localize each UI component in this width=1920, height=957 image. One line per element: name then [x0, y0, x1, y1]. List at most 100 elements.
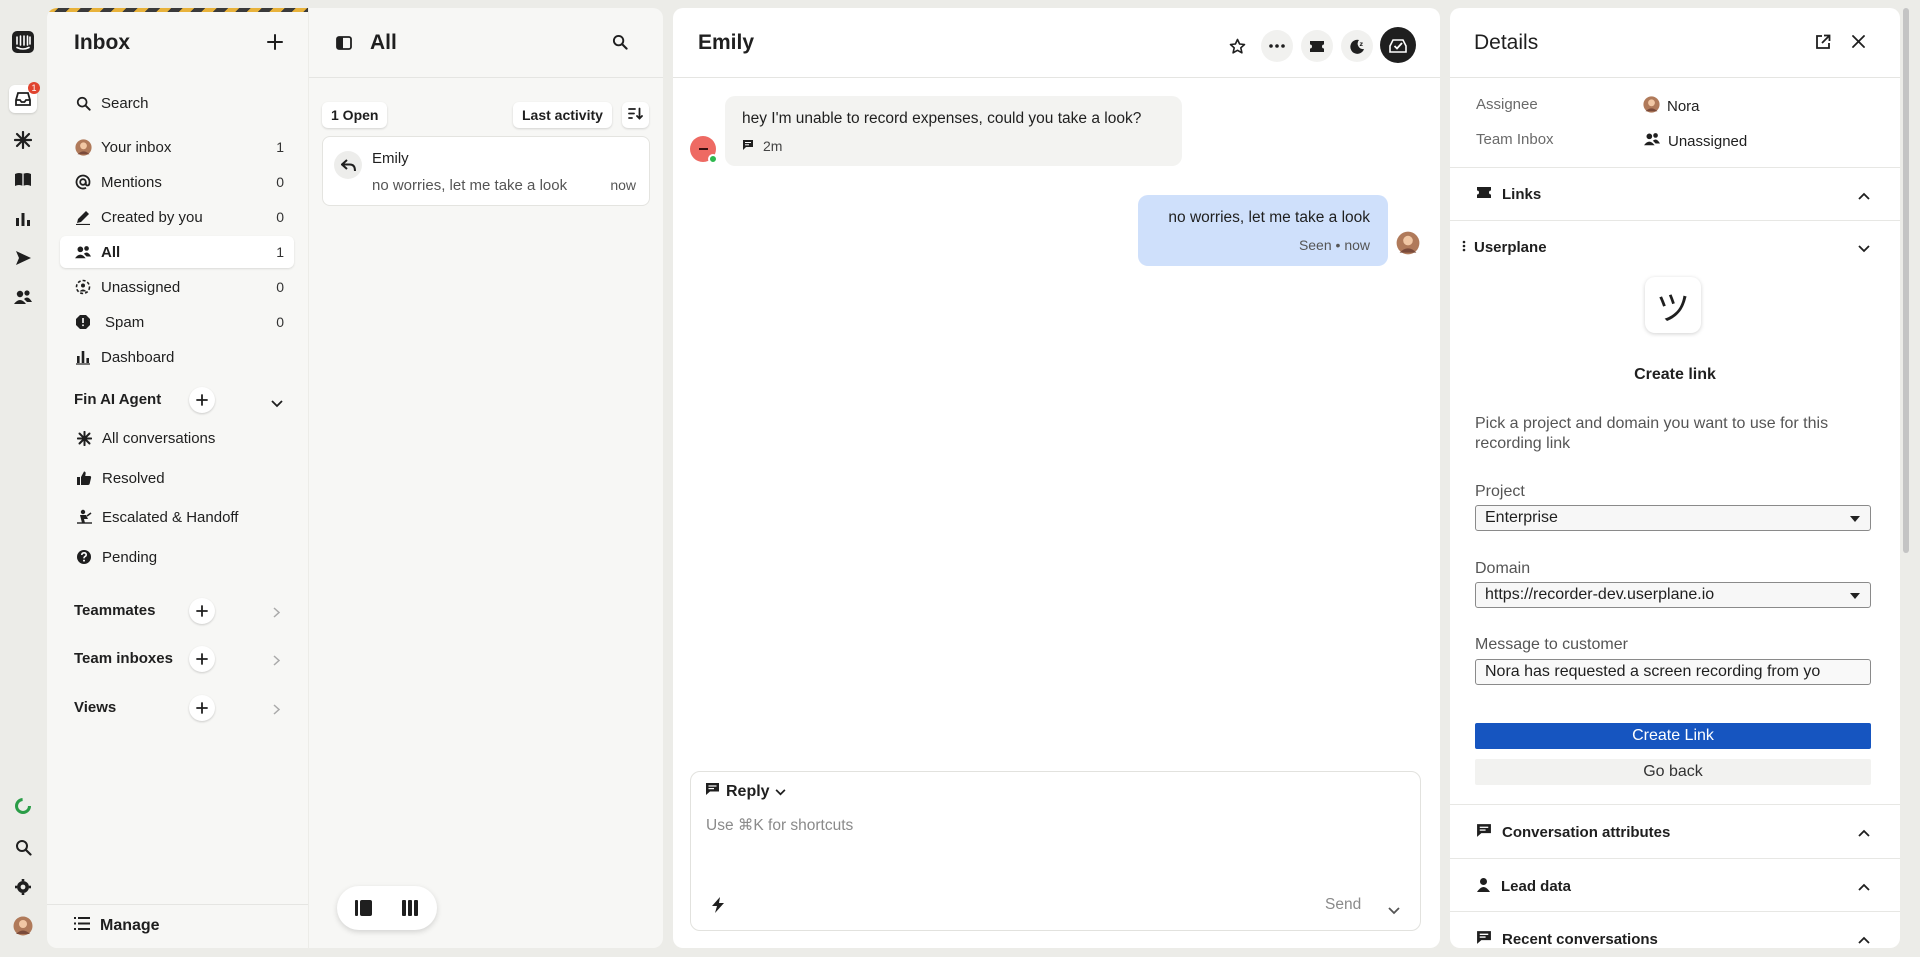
conversation-attributes-section[interactable]: Conversation attributes [1450, 804, 1900, 857]
sidebar-toggle-icon[interactable] [336, 35, 352, 51]
assignee-value[interactable]: Nora [1643, 96, 1700, 117]
fin-item-resolved[interactable]: Resolved [75, 469, 165, 487]
chevron-right-icon[interactable] [273, 605, 281, 622]
search-icon[interactable] [9, 833, 37, 861]
composer-input[interactable]: Use ⌘K for shortcuts [706, 816, 853, 835]
message-input[interactable]: Nora has requested a screen recording fr… [1475, 659, 1871, 685]
close-icon[interactable] [1852, 35, 1865, 48]
team-inbox-value[interactable]: Unassigned [1643, 131, 1747, 151]
drag-handle-icon[interactable] [1462, 239, 1466, 256]
sort-button[interactable]: Last activity [513, 102, 612, 128]
nav-item-mentions[interactable]: Mentions 0 [60, 166, 294, 198]
nav-item-spam[interactable]: Spam 0 [60, 306, 294, 338]
fin-add-button[interactable] [189, 387, 215, 413]
message-text: hey I'm unable to record expenses, could… [742, 110, 1142, 127]
teammates-section-title[interactable]: Teammates [74, 602, 155, 619]
details-scrollbar[interactable] [1902, 8, 1910, 948]
agent-avatar[interactable] [1396, 231, 1420, 259]
chevron-right-icon[interactable] [273, 702, 281, 719]
manage-button[interactable]: Manage [74, 917, 160, 935]
close-conversation-button[interactable] [1380, 27, 1416, 63]
nav-item-all[interactable]: All 1 [60, 236, 294, 268]
avatar[interactable] [9, 912, 37, 940]
conversation-panel: Emily z hey I'm unable to record expense… [673, 8, 1440, 948]
scrollbar-thumb[interactable] [1903, 8, 1909, 553]
fin-icon[interactable] [9, 126, 37, 154]
chevron-down-icon[interactable] [1858, 240, 1870, 257]
layout-columns-icon[interactable] [402, 900, 418, 920]
team-inboxes-section-title[interactable]: Team inboxes [74, 650, 173, 667]
knowledge-icon[interactable] [9, 166, 37, 194]
recent-conversations-section[interactable]: Recent conversations [1450, 911, 1900, 948]
teammates-add-button[interactable] [189, 598, 215, 624]
domain-select[interactable]: https://recorder-dev.userplane.io [1475, 582, 1871, 608]
lead-data-section[interactable]: Lead data [1450, 858, 1900, 911]
fin-item-all-conversations[interactable]: All conversations [75, 429, 215, 447]
fin-item-escalated[interactable]: Escalated & Handoff [75, 508, 238, 526]
fin-item-pending[interactable]: Pending [75, 548, 157, 566]
contacts-icon[interactable] [9, 283, 37, 311]
nav-item-count: 0 [276, 314, 284, 330]
more-options-icon[interactable] [1261, 30, 1293, 62]
outbound-icon[interactable] [9, 244, 37, 272]
userplane-section: Userplane ツ Create link Pick a project a… [1450, 220, 1900, 820]
reply-mode-dropdown[interactable]: Reply [705, 782, 786, 801]
views-add-button[interactable] [189, 695, 215, 721]
logo-icon[interactable] [9, 28, 37, 56]
fin-section-title[interactable]: Fin AI Agent [74, 391, 161, 408]
assignee-name: Nora [1667, 98, 1700, 115]
layout-single-icon[interactable] [355, 900, 372, 920]
project-select[interactable]: Enterprise [1475, 505, 1871, 531]
inbox-icon[interactable]: 1 [9, 82, 40, 113]
incoming-message: hey I'm unable to record expenses, could… [725, 96, 1182, 166]
open-external-icon[interactable] [1815, 34, 1831, 50]
send-button[interactable]: Send [1325, 896, 1361, 914]
chevron-right-icon[interactable] [273, 653, 281, 670]
team-inboxes-add-button[interactable] [189, 646, 215, 672]
domain-value: https://recorder-dev.userplane.io [1485, 586, 1715, 603]
message-meta: Seen • now [1298, 237, 1370, 253]
chat-bubble-icon [1476, 823, 1492, 842]
avatar [1643, 96, 1660, 117]
nav-item-dashboard[interactable]: Dashboard [60, 341, 294, 373]
nav-item-created-by-you[interactable]: Created by you 0 [60, 201, 294, 233]
create-link-button[interactable]: Create Link [1475, 723, 1871, 749]
search-icon[interactable] [612, 34, 628, 50]
open-filter-button[interactable]: 1 Open [322, 102, 388, 128]
conversation-header: Emily z [673, 8, 1440, 78]
team-inbox-label: Team Inbox [1476, 131, 1554, 148]
customer-avatar[interactable] [690, 136, 718, 164]
reply-bubble-icon [705, 782, 720, 801]
settings-icon[interactable] [9, 873, 37, 901]
links-section[interactable]: Links [1450, 167, 1900, 220]
conversation-title: Emily [698, 31, 755, 54]
snooze-icon[interactable]: z [1341, 30, 1373, 62]
nav-search[interactable]: Search [60, 87, 294, 119]
thumbs-up-icon [75, 469, 93, 487]
go-back-button[interactable]: Go back [1475, 759, 1871, 785]
domain-label: Domain [1475, 560, 1531, 577]
send-options-chevron-icon[interactable] [1388, 902, 1400, 919]
userplane-section-title[interactable]: Userplane [1474, 239, 1547, 256]
chat-bubble-icon [1476, 930, 1492, 948]
reports-icon[interactable] [9, 205, 37, 233]
star-icon[interactable] [1221, 30, 1253, 62]
assignee-label: Assignee [1476, 96, 1538, 113]
ticket-icon[interactable] [1301, 30, 1333, 62]
nav-item-your-inbox[interactable]: Your inbox 1 [60, 131, 294, 163]
nav-item-unassigned[interactable]: Unassigned 0 [60, 271, 294, 303]
conversation-card[interactable]: Emily no worries, let me take a look now [322, 136, 650, 206]
reply-mode-label: Reply [726, 782, 770, 800]
fin-item-label: Escalated & Handoff [102, 508, 239, 526]
new-conversation-plus-icon[interactable] [267, 34, 283, 50]
message-text: no worries, let me take a look [1168, 209, 1370, 226]
lightning-icon[interactable] [711, 896, 725, 918]
caret-down-icon [1850, 516, 1860, 522]
status-icon[interactable] [9, 792, 37, 820]
project-label: Project [1475, 483, 1525, 500]
caret-down-icon [1850, 593, 1860, 599]
chevron-down-icon[interactable] [271, 395, 283, 412]
sort-order-button[interactable] [622, 102, 649, 128]
chat-bubble-icon [742, 138, 754, 154]
views-section-title[interactable]: Views [74, 699, 116, 716]
